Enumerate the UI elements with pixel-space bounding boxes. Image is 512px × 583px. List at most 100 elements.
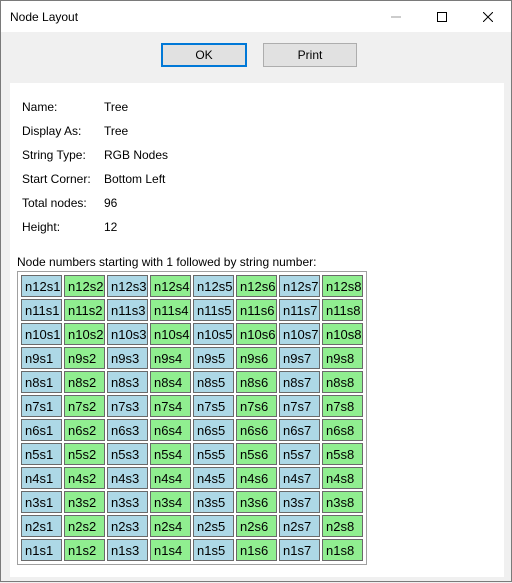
node-cell: n4s3 bbox=[107, 467, 148, 489]
node-cell: n6s6 bbox=[236, 419, 277, 441]
node-cell: n5s4 bbox=[150, 443, 191, 465]
print-button[interactable]: Print bbox=[263, 43, 357, 67]
node-cell: n5s1 bbox=[21, 443, 62, 465]
minimize-icon bbox=[391, 16, 401, 17]
node-cell: n3s5 bbox=[193, 491, 234, 513]
node-cell: n5s7 bbox=[279, 443, 320, 465]
node-cell: n11s3 bbox=[107, 299, 148, 321]
layout-panel: Name: Tree Display As: Tree String Type: RGB … bbox=[10, 83, 504, 577]
node-cell: n9s4 bbox=[150, 347, 191, 369]
grid-row: n3s1 n3s2 n3s3 n3s4 n3s5 n3s6 n3s7 n3s8 bbox=[21, 491, 363, 513]
grid-row: n6s1 n6s2 n6s3 n6s4 n6s5 n6s6 n6s7 n6s8 bbox=[21, 419, 363, 441]
node-cell: n9s8 bbox=[322, 347, 363, 369]
node-cell: n5s8 bbox=[322, 443, 363, 465]
node-cell: n12s4 bbox=[150, 275, 191, 297]
node-cell: n6s2 bbox=[64, 419, 105, 441]
node-cell: n1s4 bbox=[150, 539, 191, 561]
grid-caption: Node numbers starting with 1 followed by… bbox=[17, 255, 317, 269]
node-cell: n7s8 bbox=[322, 395, 363, 417]
node-cell: n2s3 bbox=[107, 515, 148, 537]
node-cell: n7s4 bbox=[150, 395, 191, 417]
node-cell: n4s4 bbox=[150, 467, 191, 489]
node-cell: n6s5 bbox=[193, 419, 234, 441]
node-cell: n7s2 bbox=[64, 395, 105, 417]
node-cell: n10s8 bbox=[322, 323, 363, 345]
node-cell: n6s7 bbox=[279, 419, 320, 441]
node-cell: n3s2 bbox=[64, 491, 105, 513]
node-cell: n4s1 bbox=[21, 467, 62, 489]
status-strip bbox=[10, 577, 504, 583]
node-cell: n12s5 bbox=[193, 275, 234, 297]
node-cell: n1s5 bbox=[193, 539, 234, 561]
node-cell: n5s6 bbox=[236, 443, 277, 465]
node-cell: n7s6 bbox=[236, 395, 277, 417]
info-value: 12 bbox=[104, 220, 118, 234]
node-cell: n6s4 bbox=[150, 419, 191, 441]
node-cell: n8s4 bbox=[150, 371, 191, 393]
node-cell: n6s8 bbox=[322, 419, 363, 441]
maximize-button[interactable] bbox=[419, 1, 465, 32]
node-cell: n1s7 bbox=[279, 539, 320, 561]
node-cell: n9s1 bbox=[21, 347, 62, 369]
node-cell: n2s1 bbox=[21, 515, 62, 537]
grid-row: n10s1 n10s2 n10s3 n10s4 n10s5 n10s6 n10s7 n10s8 bbox=[21, 323, 363, 345]
node-cell: n1s2 bbox=[64, 539, 105, 561]
node-cell: n7s5 bbox=[193, 395, 234, 417]
node-cell: n6s3 bbox=[107, 419, 148, 441]
info-row: Start Corner: Bottom Left bbox=[22, 170, 322, 194]
node-cell: n5s3 bbox=[107, 443, 148, 465]
info-label: Display As: bbox=[22, 124, 82, 138]
node-cell: n9s5 bbox=[193, 347, 234, 369]
node-cell: n2s6 bbox=[236, 515, 277, 537]
info-row: Name: Tree bbox=[22, 98, 322, 122]
node-cell: n12s7 bbox=[279, 275, 320, 297]
node-cell: n3s6 bbox=[236, 491, 277, 513]
node-cell: n10s5 bbox=[193, 323, 234, 345]
node-cell: n7s1 bbox=[21, 395, 62, 417]
node-cell: n4s7 bbox=[279, 467, 320, 489]
window-title: Node Layout bbox=[10, 10, 79, 24]
node-cell: n3s1 bbox=[21, 491, 62, 513]
node-layout-dialog: Node Layout OK Print Name: Tree Display As… bbox=[0, 0, 512, 582]
node-cell: n12s2 bbox=[64, 275, 105, 297]
close-button[interactable] bbox=[465, 1, 511, 32]
node-cell: n3s7 bbox=[279, 491, 320, 513]
node-cell: n10s2 bbox=[64, 323, 105, 345]
node-cell: n6s1 bbox=[21, 419, 62, 441]
info-label: Total nodes: bbox=[22, 196, 87, 210]
info-row: Total nodes: 96 bbox=[22, 194, 322, 218]
grid-row: n12s1 n12s2 n12s3 n12s4 n12s5 n12s6 n12s7 n12s8 bbox=[21, 275, 363, 297]
node-cell: n2s4 bbox=[150, 515, 191, 537]
node-cell: n12s1 bbox=[21, 275, 62, 297]
node-cell: n5s2 bbox=[64, 443, 105, 465]
node-cell: n10s1 bbox=[21, 323, 62, 345]
node-cell: n4s8 bbox=[322, 467, 363, 489]
info-row: Height: 12 bbox=[22, 218, 322, 242]
node-cell: n11s1 bbox=[21, 299, 62, 321]
grid-row: n8s1 n8s2 n8s3 n8s4 n8s5 n8s6 n8s7 n8s8 bbox=[21, 371, 363, 393]
node-cell: n1s1 bbox=[21, 539, 62, 561]
node-cell: n12s3 bbox=[107, 275, 148, 297]
node-grid-table: n12s1 n12s2 n12s3 n12s4 n12s5 n12s6 n12s7 n12s8… bbox=[19, 273, 365, 563]
node-cell: n8s1 bbox=[21, 371, 62, 393]
minimize-button[interactable] bbox=[373, 1, 419, 32]
node-cell: n2s8 bbox=[322, 515, 363, 537]
node-cell: n1s8 bbox=[322, 539, 363, 561]
info-label: Name: bbox=[22, 100, 58, 114]
ok-button[interactable]: OK bbox=[161, 43, 247, 67]
grid-row: n4s1 n4s2 n4s3 n4s4 n4s5 n4s6 n4s7 n4s8 bbox=[21, 467, 363, 489]
node-cell: n11s4 bbox=[150, 299, 191, 321]
title-bar: Node Layout bbox=[1, 1, 511, 32]
node-cell: n10s4 bbox=[150, 323, 191, 345]
node-cell: n11s5 bbox=[193, 299, 234, 321]
node-cell: n2s2 bbox=[64, 515, 105, 537]
node-cell: n9s6 bbox=[236, 347, 277, 369]
close-icon bbox=[483, 11, 493, 22]
node-cell: n9s7 bbox=[279, 347, 320, 369]
node-cell: n5s5 bbox=[193, 443, 234, 465]
info-label: Start Corner: bbox=[22, 172, 91, 186]
node-cell: n8s5 bbox=[193, 371, 234, 393]
node-cell: n2s7 bbox=[279, 515, 320, 537]
node-cell: n8s8 bbox=[322, 371, 363, 393]
node-cell: n4s2 bbox=[64, 467, 105, 489]
